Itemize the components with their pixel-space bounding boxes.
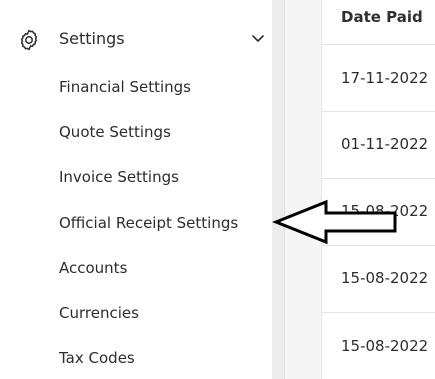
settings-menu-toggle[interactable]: Settings: [0, 20, 272, 58]
gear-icon: [20, 29, 38, 51]
table-cell-date-paid: 17-11-2022: [341, 69, 429, 87]
row-divider: [322, 178, 435, 179]
column-header-date-paid[interactable]: Date Paid: [341, 8, 423, 26]
sidebar-item-invoice-settings[interactable]: Invoice Settings: [59, 168, 179, 186]
sidebar-scrollbar[interactable]: [272, 0, 284, 379]
settings-label: Settings: [59, 29, 125, 48]
sidebar-item-financial-settings[interactable]: Financial Settings: [59, 78, 191, 96]
sidebar-item-currencies[interactable]: Currencies: [59, 304, 139, 322]
table-cell-date-paid: 15-08-2022: [341, 337, 429, 355]
row-divider: [322, 44, 435, 45]
table-cell-date-paid: 15-08-2022: [341, 269, 429, 287]
sidebar-item-quote-settings[interactable]: Quote Settings: [59, 123, 171, 141]
payments-table: Date Paid 17-11-2022 01-11-2022 15-08-20…: [321, 0, 435, 379]
sidebar-item-tax-codes[interactable]: Tax Codes: [59, 349, 135, 367]
table-cell-date-paid: 01-11-2022: [341, 135, 429, 153]
sidebar-item-accounts[interactable]: Accounts: [59, 259, 127, 277]
sidebar-item-official-receipt-settings[interactable]: Official Receipt Settings: [59, 214, 238, 232]
row-divider: [322, 111, 435, 112]
chevron-down-icon[interactable]: [251, 33, 265, 43]
sidebar: Settings Financial Settings Quote Settin…: [0, 0, 272, 379]
row-divider: [322, 312, 435, 313]
arrow-left-icon: [272, 199, 397, 245]
